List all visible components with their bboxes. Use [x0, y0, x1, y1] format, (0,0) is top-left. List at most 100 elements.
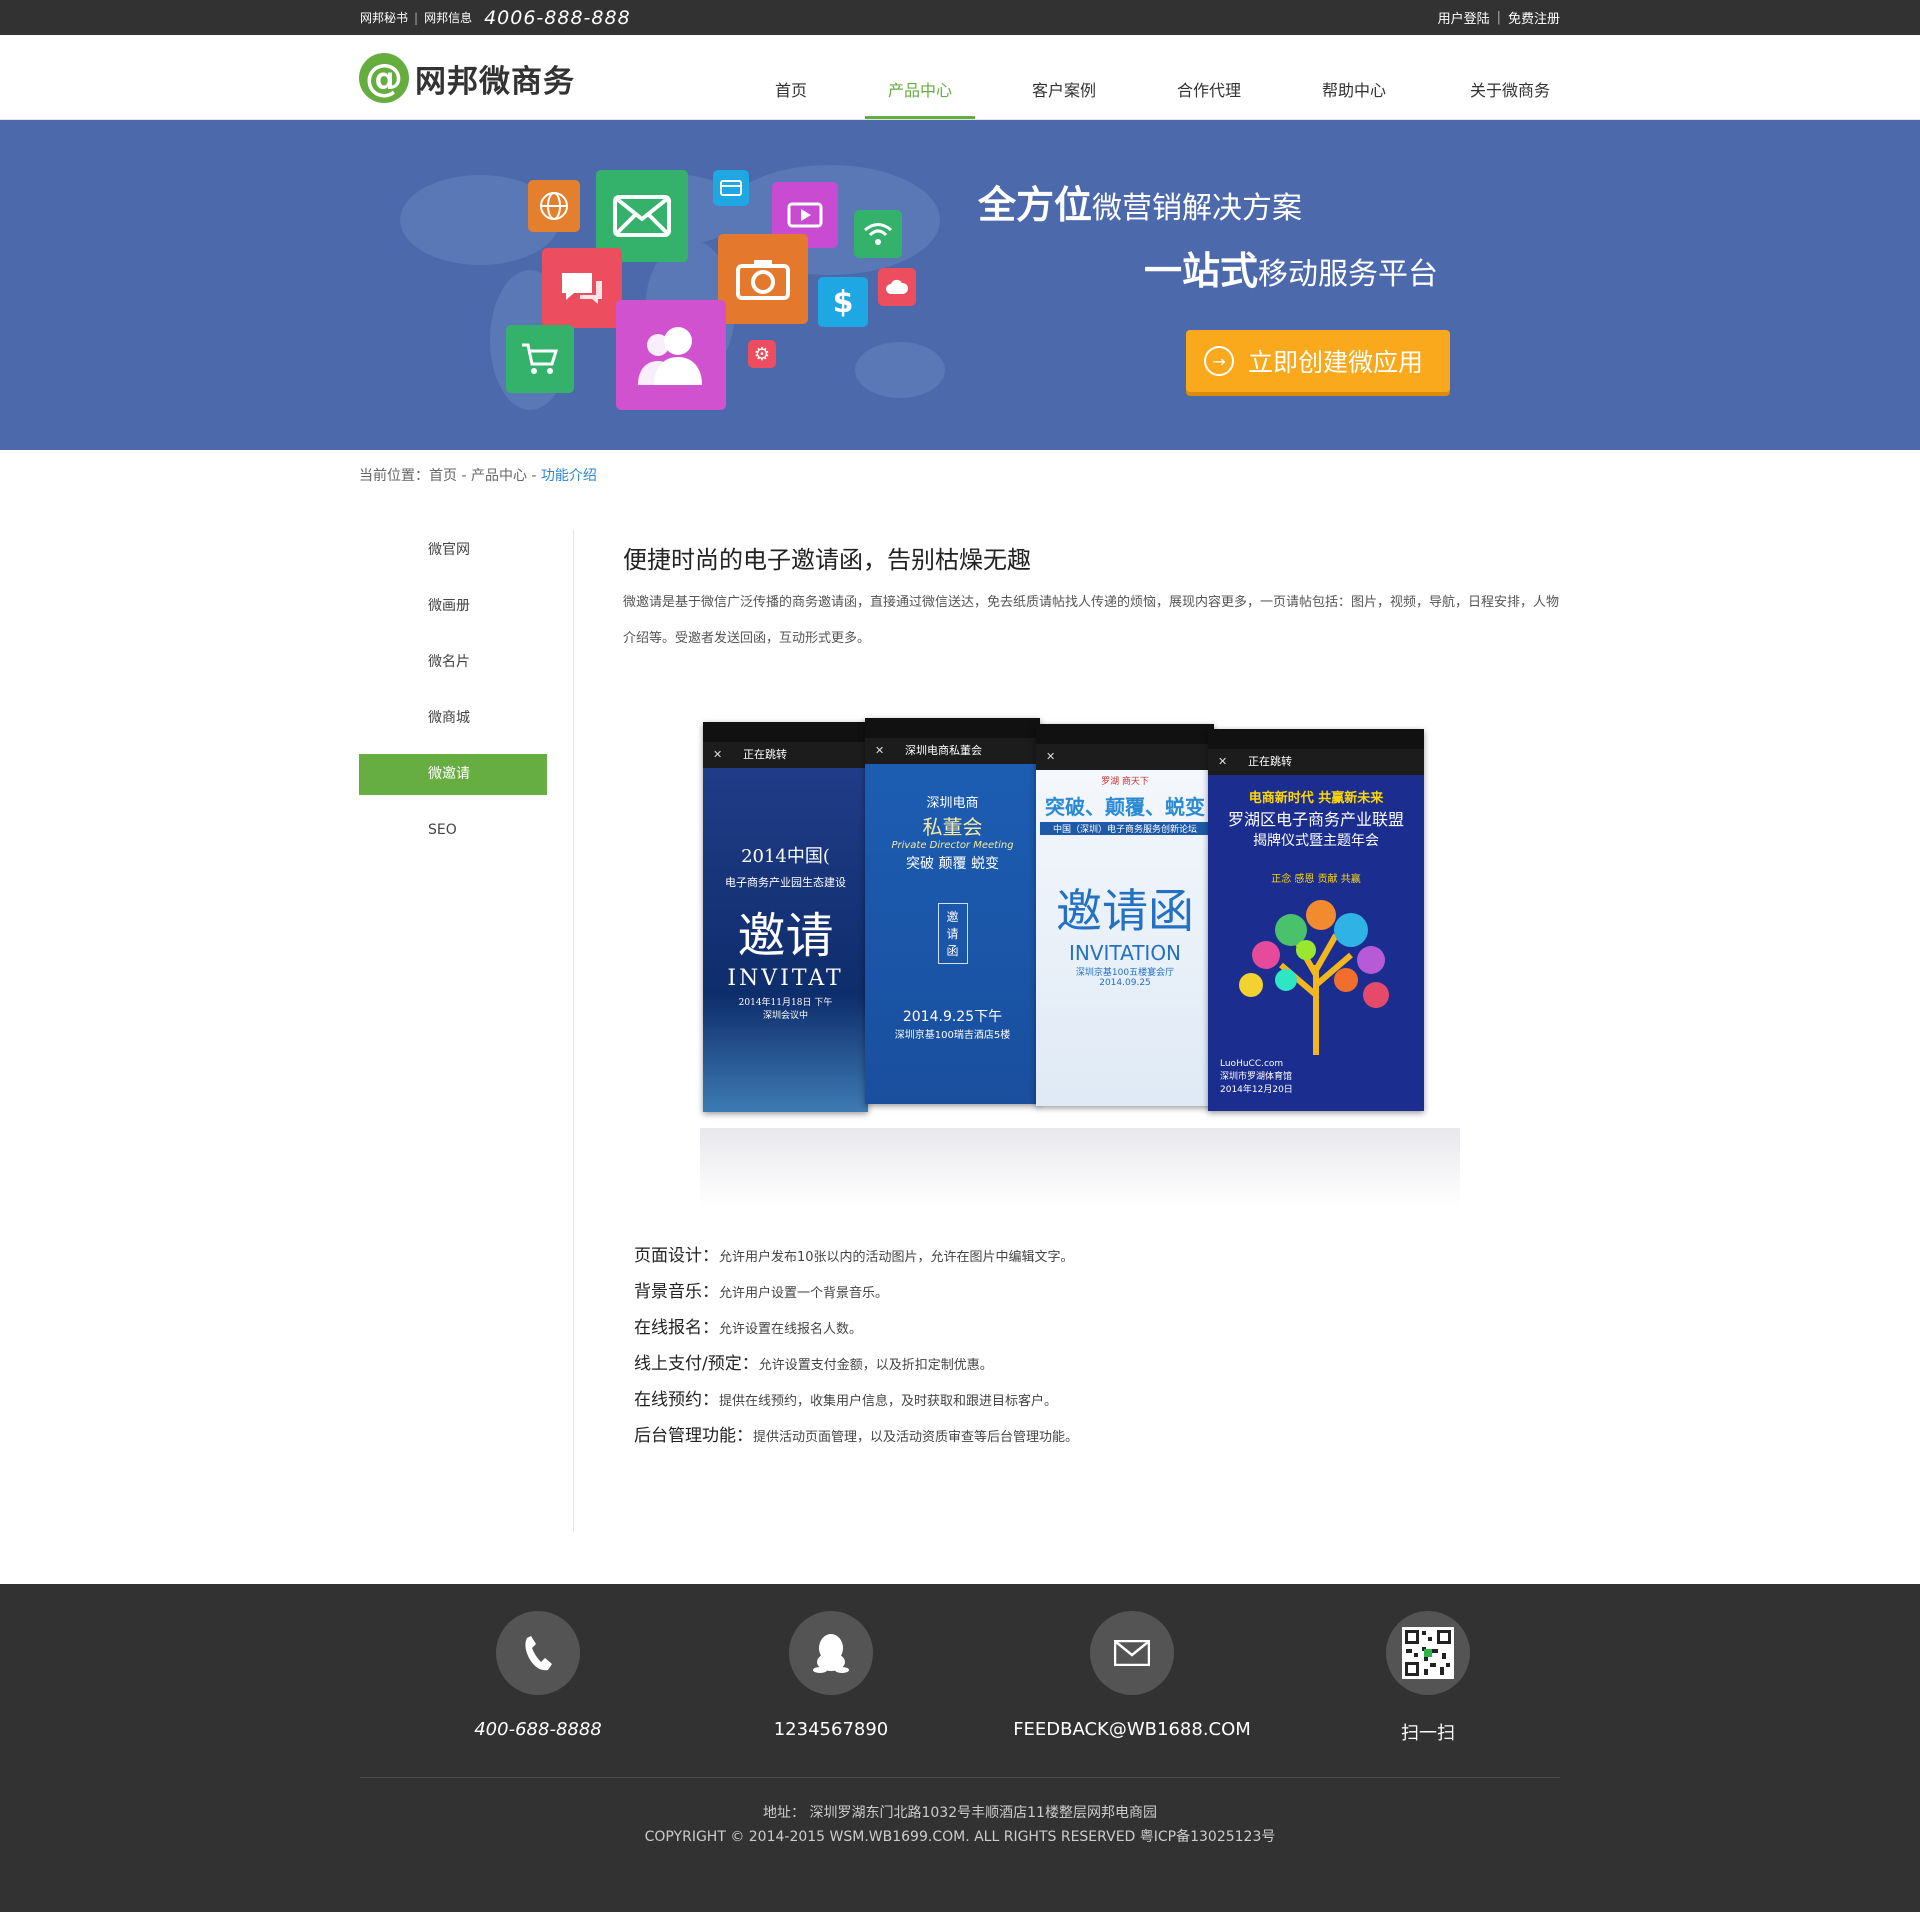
- footer-copyright: COPYRIGHT © 2014-2015 WSM.WB1699.COM. AL…: [644, 1829, 1276, 1845]
- sidebar-item-card[interactable]: 微名片: [359, 642, 547, 683]
- breadcrumb-sep: -: [457, 468, 471, 484]
- feature-item: 页面设计：允许用户发布10张以内的活动图片，允许在图片中编辑文字。: [634, 1238, 1078, 1274]
- phone-text: INVITAT: [727, 966, 844, 991]
- phone-text: 电子商务产业园生态建设: [725, 876, 846, 889]
- feature-value: 提供活动页面管理，以及活动资质审查等后台管理功能。: [753, 1430, 1079, 1445]
- camera-icon: [718, 234, 808, 324]
- feature-value: 允许用户发布10张以内的活动图片，允许在图片中编辑文字。: [719, 1250, 1074, 1265]
- sidebar-item-mall[interactable]: 微商城: [359, 698, 547, 739]
- nav-help[interactable]: 帮助中心: [1299, 35, 1409, 117]
- chat-icon: [542, 248, 622, 328]
- feature-key: 背景音乐：: [634, 1282, 719, 1302]
- phone-text: 私董会: [922, 815, 983, 839]
- sidebar-item-album[interactable]: 微画册: [359, 586, 547, 627]
- breadcrumb-sep: -: [526, 468, 541, 484]
- nav-about[interactable]: 关于微商务: [1450, 35, 1570, 117]
- login-link[interactable]: 用户登陆: [1438, 8, 1490, 27]
- phone-title: [1036, 744, 1214, 770]
- sidebar-item-invite[interactable]: 微邀请: [359, 754, 547, 795]
- feature-value: 允许设置支付金额，以及折扣定制优惠。: [758, 1358, 993, 1373]
- sidebar-item-seo[interactable]: SEO: [359, 810, 547, 851]
- phone-screenshots: 正在跳转 2014中国( 电子商务产业园生态建设 邀请 INVITAT 2014…: [700, 718, 1460, 1208]
- phone-text: 2014年12月20日: [1220, 1085, 1293, 1095]
- feature-value: 提供在线预约，收集用户信息，及时获取和跟进目标客户。: [719, 1394, 1058, 1409]
- phone-screen-4: 正在跳转 电商新时代 共赢新未来 罗湖区电子商务产业联盟 揭牌仪式暨主题年会 正…: [1208, 729, 1424, 1111]
- create-app-button[interactable]: → 立即创建微应用: [1186, 330, 1450, 392]
- phone-screen-1: 正在跳转 2014中国( 电子商务产业园生态建设 邀请 INVITAT 2014…: [703, 722, 868, 1112]
- footer-email[interactable]: FEEDBACK@WB1688.COM: [1002, 1611, 1262, 1740]
- phone-text: 请: [946, 927, 959, 941]
- phone-screen-3: 罗湖 商天下 突破、颠覆、蜕变 中国（深圳）电子商务服务创新论坛 邀请函 INV…: [1036, 724, 1214, 1106]
- phone-title: 正在跳转: [703, 742, 868, 768]
- footer-email-address: FEEDBACK@WB1688.COM: [1013, 1719, 1251, 1740]
- site-logo[interactable]: @ 网邦微商务: [359, 53, 575, 103]
- phone-text: 2014.09.25: [1099, 978, 1151, 988]
- dollar-icon: $: [818, 277, 868, 327]
- breadcrumb-section[interactable]: 产品中心: [471, 468, 527, 484]
- feature-key: 线上支付/预定：: [634, 1354, 759, 1374]
- at-logo-icon: @: [359, 53, 409, 103]
- phone-text: 深圳会议中: [762, 1011, 808, 1021]
- feature-item: 后台管理功能：提供活动页面管理，以及活动资质审查等后台管理功能。: [634, 1418, 1078, 1454]
- wifi-icon: [854, 210, 902, 258]
- site-footer: 400-688-8888 1234567890 FEEDBACK@WB1688.…: [0, 1584, 1920, 1912]
- divider: |: [1496, 10, 1501, 25]
- phone-text: 邀请函: [1056, 884, 1194, 938]
- nav-home[interactable]: 首页: [736, 35, 846, 117]
- register-link[interactable]: 免费注册: [1508, 8, 1560, 27]
- banner-slogan-2: 一站式移动服务平台: [1144, 249, 1439, 293]
- top-link-info[interactable]: 网邦信息: [424, 9, 472, 26]
- content-title: 便捷时尚的电子邀请函，告别枯燥无趣: [623, 546, 1031, 574]
- footer-divider: [360, 1777, 1560, 1778]
- phone-text: 深圳京基100五楼宴会厅: [1075, 968, 1175, 978]
- footer-address: 地址： 深圳罗湖东门北路1032号丰顺酒店11楼整层网邦电商园: [763, 1805, 1157, 1821]
- phone-title: 深圳电商私董会: [865, 738, 1040, 764]
- content-description: 微邀请是基于微信广泛传播的商务邀请函，直接通过微信送达，免去纸质请帖找人传递的烦…: [623, 595, 1560, 646]
- phone-text: Private Director Meeting: [891, 840, 1014, 851]
- nav-agency[interactable]: 合作代理: [1154, 35, 1264, 117]
- card-icon: [713, 170, 749, 206]
- nav-products[interactable]: 产品中心: [865, 35, 975, 119]
- phone-text: 罗湖区电子商务产业联盟: [1227, 810, 1404, 829]
- sidebar-item-website[interactable]: 微官网: [359, 530, 547, 571]
- reflection: [700, 1128, 1460, 1208]
- phone-text: 揭牌仪式暨主题年会: [1253, 833, 1379, 849]
- phone-icon: [496, 1611, 580, 1695]
- phone-text: 深圳电商: [926, 796, 979, 811]
- main-content: 便捷时尚的电子邀请函，告别枯燥无趣 微邀请是基于微信广泛传播的商务邀请函，直接通…: [623, 540, 1563, 657]
- phone-title: 正在跳转: [1208, 749, 1424, 775]
- phone-text: 罗湖 商天下: [1101, 777, 1149, 787]
- phone-text: 中国（深圳）电子商务服务创新论坛: [1040, 822, 1210, 835]
- footer-qq-number: 1234567890: [773, 1719, 889, 1740]
- phone-text: 电商新时代 共赢新未来: [1248, 791, 1384, 806]
- phone-text: 2014.9.25下午: [902, 1009, 1003, 1025]
- gear-icon: ⚙: [748, 340, 776, 368]
- footer-qq[interactable]: 1234567890: [731, 1611, 931, 1740]
- feature-value: 允许用户设置一个背景音乐。: [719, 1286, 889, 1301]
- breadcrumb-current[interactable]: 功能介绍: [541, 468, 597, 484]
- footer-phone[interactable]: 400-688-8888: [438, 1611, 638, 1740]
- divider: |: [414, 10, 419, 25]
- feature-item: 线上支付/预定：允许设置支付金额，以及折扣定制优惠。: [634, 1346, 1078, 1382]
- phone-screen-2: 深圳电商私董会 深圳电商 私董会 Private Director Meetin…: [865, 718, 1040, 1104]
- feature-item: 在线报名：允许设置在线报名人数。: [634, 1310, 1078, 1346]
- breadcrumb-home[interactable]: 首页: [429, 468, 457, 484]
- phone-text: 2014年11月18日 下午: [738, 998, 833, 1008]
- nav-cases[interactable]: 客户案例: [1009, 35, 1119, 117]
- breadcrumb-prefix: 当前位置：: [359, 468, 429, 484]
- qq-penguin-icon: [789, 1611, 873, 1695]
- feature-list: 页面设计：允许用户发布10张以内的活动图片，允许在图片中编辑文字。 背景音乐：允…: [634, 1238, 1078, 1454]
- feature-item: 在线预约：提供在线预约，收集用户信息，及时获取和跟进目标客户。: [634, 1382, 1078, 1418]
- globe-icon: [528, 180, 580, 232]
- feature-key: 在线预约：: [634, 1390, 719, 1410]
- cloud-icon: [878, 268, 916, 306]
- phone-text: INVITATION: [1068, 941, 1182, 965]
- qr-code-icon: [1386, 1611, 1470, 1695]
- top-link-secretary[interactable]: 网邦秘书: [360, 9, 408, 26]
- phone-text: LuoHuCC.com: [1220, 1059, 1284, 1069]
- phone-text: 突破、颠覆、蜕变: [1045, 795, 1205, 819]
- sidebar-divider: [573, 530, 574, 1532]
- top-bar-left: 网邦秘书 | 网邦信息 4006-888-888: [360, 0, 631, 35]
- feature-item: 背景音乐：允许用户设置一个背景音乐。: [634, 1274, 1078, 1310]
- footer-qrcode[interactable]: 扫一扫: [1328, 1611, 1528, 1745]
